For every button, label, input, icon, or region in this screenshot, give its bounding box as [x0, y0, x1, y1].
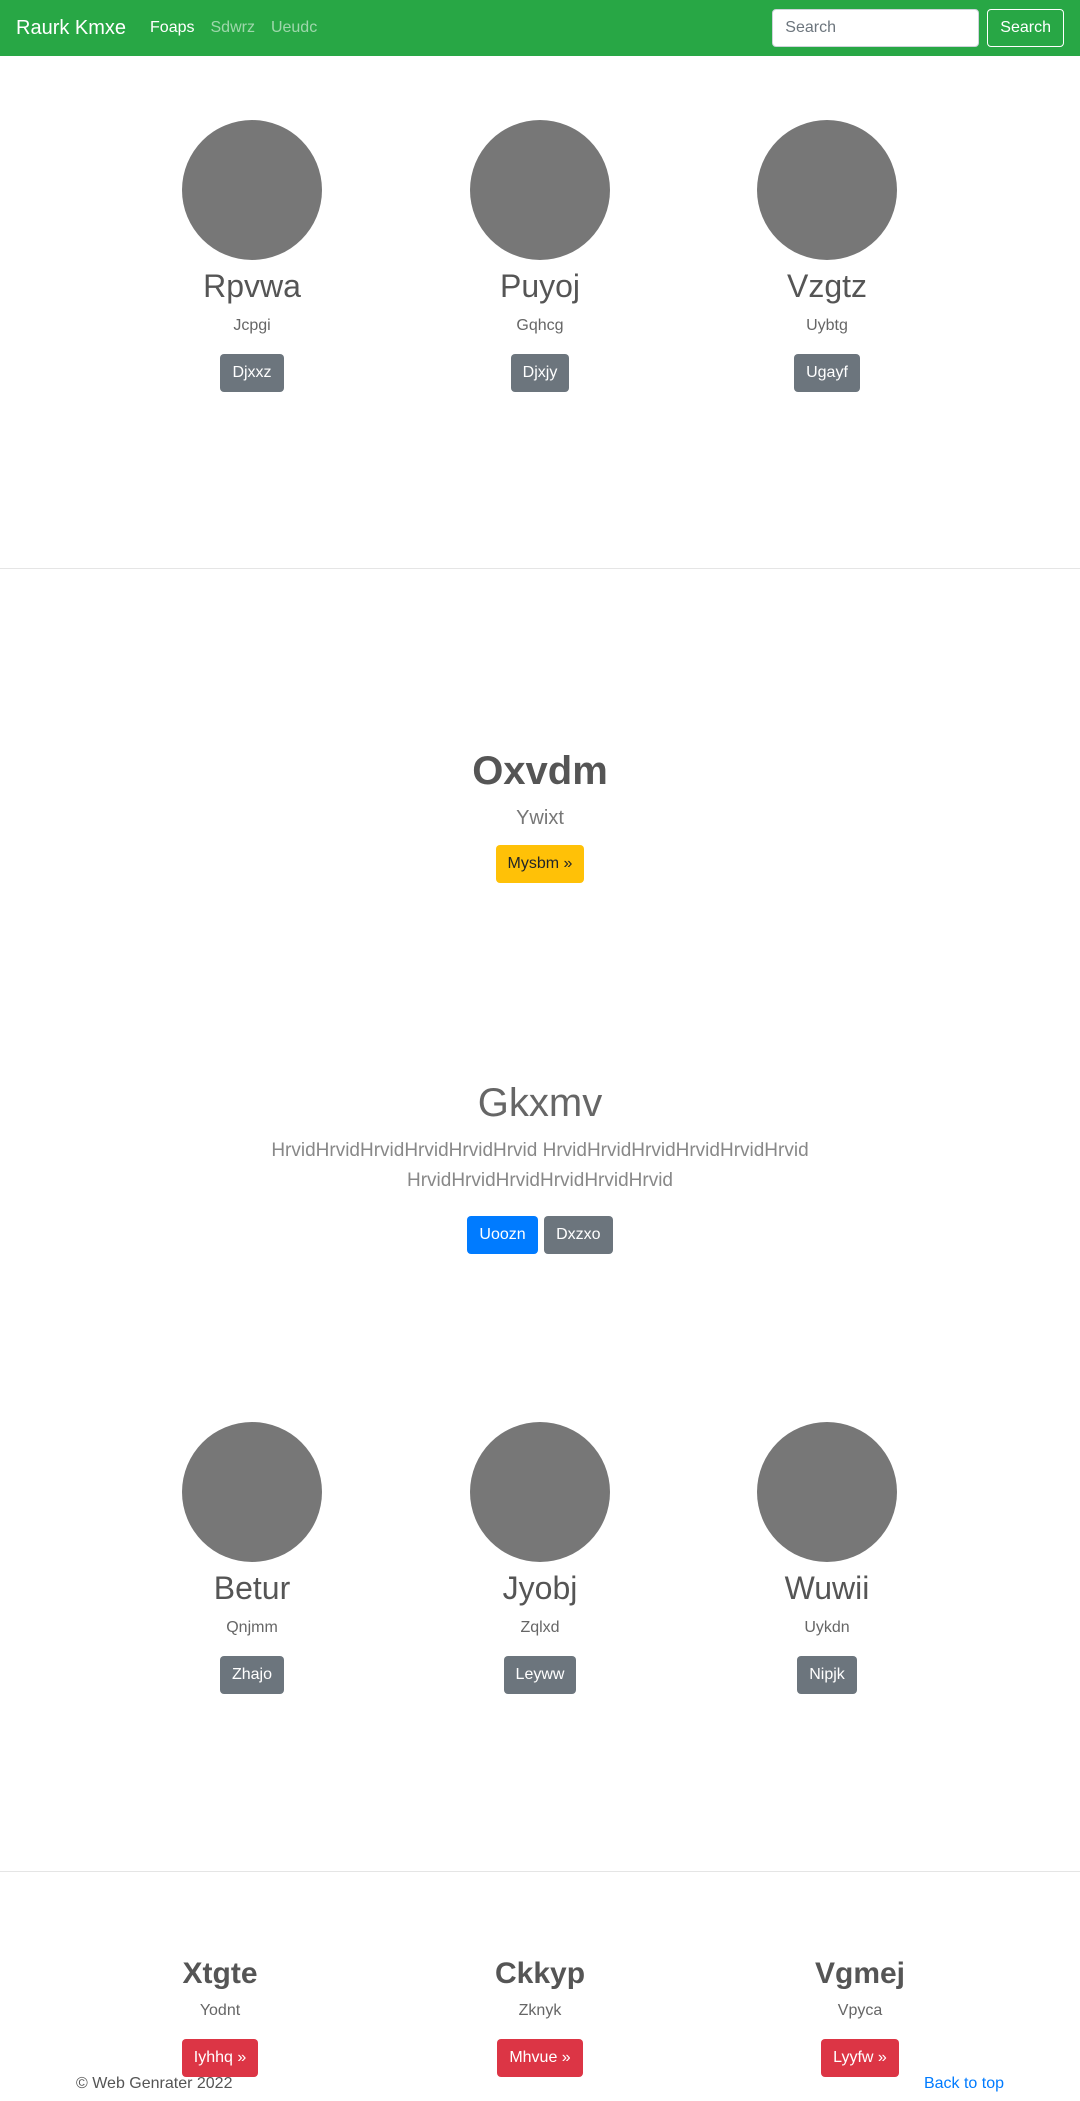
- profile-card: Rpvwa Jcpgi Djxxz: [102, 120, 402, 392]
- profile-button[interactable]: Djxxz: [220, 354, 284, 392]
- feature-card: Xtgte Yodnt Iyhhq »: [70, 1955, 370, 2077]
- feature-subtitle: Yodnt: [199, 2002, 241, 2019]
- profile-name: Vzgtz: [786, 268, 868, 304]
- jumbotron-secondary-button[interactable]: Dxzxo: [544, 1216, 613, 1254]
- hero-subtitle: Ywixt: [516, 807, 564, 829]
- jumbotron-primary-button[interactable]: Uoozn: [467, 1216, 538, 1254]
- page: Raurk Kmxe Foaps Sdwrz Ueudc Search Rpvw…: [0, 0, 1080, 2101]
- profile-subtitle: Uybtg: [806, 317, 848, 334]
- avatar: [757, 1422, 897, 1562]
- hero-button[interactable]: Mysbm »: [495, 845, 585, 883]
- profile-button[interactable]: Djxjy: [510, 354, 570, 392]
- footer: © Web Genrater 2022 Back to top: [0, 2075, 1080, 2101]
- avatar: [757, 120, 897, 260]
- profile-name: Rpvwa: [203, 268, 301, 304]
- section-divider: [0, 568, 1080, 569]
- feature-subtitle: Vpyca: [837, 2002, 883, 2019]
- feature-subtitle: Zknyk: [518, 2002, 562, 2019]
- jumbotron-title: Gkxmv: [477, 1081, 603, 1125]
- feature-title: Ckkyp: [494, 1957, 586, 1990]
- hero-section: Oxvdm Ywixt Mysbm »: [0, 747, 1080, 883]
- profile-card: Wuwii Uykdn Nipjk: [677, 1422, 977, 1694]
- avatar: [470, 120, 610, 260]
- back-to-top-link[interactable]: Back to top: [924, 2075, 1004, 2093]
- feature-button[interactable]: Mhvue »: [497, 2039, 583, 2077]
- profile-name: Wuwii: [784, 1570, 870, 1606]
- avatar: [182, 1422, 322, 1562]
- feature-title: Vgmej: [814, 1957, 906, 1990]
- feature-button[interactable]: Iyhhq »: [181, 2039, 259, 2077]
- nav-link-sdwrz[interactable]: Sdwrz: [211, 19, 255, 37]
- feature-button[interactable]: Lyyfw »: [821, 2039, 899, 2077]
- profile-subtitle: Qnjmm: [226, 1619, 278, 1636]
- feature-card: Vgmej Vpyca Lyyfw »: [710, 1955, 1010, 2077]
- avatar: [470, 1422, 610, 1562]
- jumbotron-section: Gkxmv HrvidHrvidHrvidHrvidHrvidHrvid Hrv…: [0, 1078, 1080, 1254]
- profile-name: Jyobj: [502, 1570, 578, 1606]
- avatar: [182, 120, 322, 260]
- profile-card: Jyobj Zqlxd Leyww: [390, 1422, 690, 1694]
- profile-card: Vzgtz Uybtg Ugayf: [677, 120, 977, 392]
- profile-button[interactable]: Ugayf: [794, 354, 860, 392]
- nav-link-ueudc[interactable]: Ueudc: [271, 19, 317, 37]
- nav-link-foaps[interactable]: Foaps: [150, 19, 194, 37]
- section-divider: [0, 1871, 1080, 1872]
- profile-name: Puyoj: [499, 268, 581, 304]
- profile-subtitle: Uykdn: [804, 1619, 850, 1636]
- profile-card: Betur Qnjmm Zhajo: [102, 1422, 402, 1694]
- profile-button[interactable]: Nipjk: [797, 1656, 857, 1694]
- profile-subtitle: Gqhcg: [516, 317, 564, 334]
- feature-title: Xtgte: [182, 1957, 258, 1990]
- jumbotron-lead: HrvidHrvidHrvidHrvidHrvidHrvid HrvidHrvi…: [271, 1140, 809, 1191]
- search-form: Search: [772, 9, 1064, 47]
- profile-card: Puyoj Gqhcg Djxjy: [390, 120, 690, 392]
- feature-card: Ckkyp Zknyk Mhvue »: [390, 1955, 690, 2077]
- jumbotron-actions: Uoozn Dxzxo: [0, 1216, 1080, 1254]
- hero-title: Oxvdm: [472, 749, 608, 793]
- profile-button[interactable]: Leyww: [503, 1656, 577, 1694]
- profile-button[interactable]: Zhajo: [219, 1656, 285, 1694]
- profile-name: Betur: [213, 1570, 291, 1606]
- search-input[interactable]: [772, 9, 980, 47]
- search-button[interactable]: Search: [987, 9, 1064, 47]
- profile-subtitle: Jcpgi: [233, 317, 271, 334]
- navbar-brand[interactable]: Raurk Kmxe: [16, 17, 126, 40]
- footer-copyright: © Web Genrater 2022: [76, 2075, 233, 2092]
- profile-subtitle: Zqlxd: [520, 1619, 560, 1636]
- navbar: Raurk Kmxe Foaps Sdwrz Ueudc Search: [0, 0, 1080, 56]
